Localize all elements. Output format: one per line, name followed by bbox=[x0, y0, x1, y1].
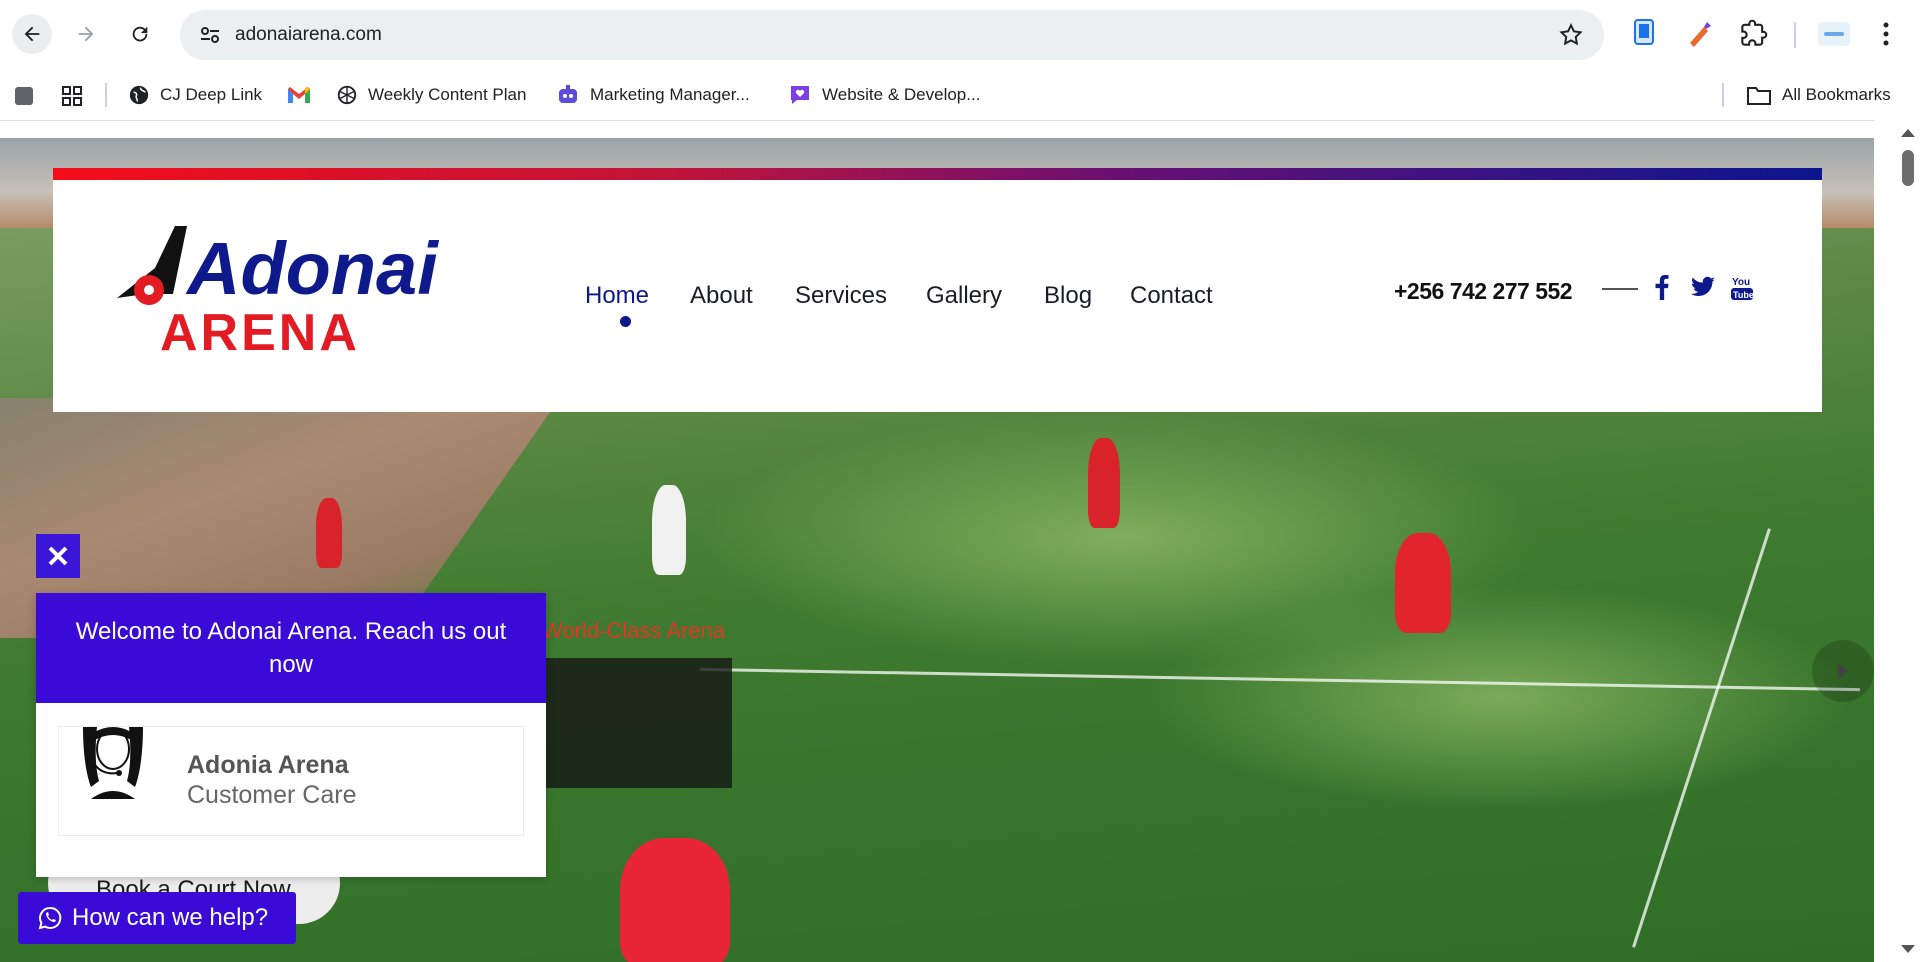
globe-icon bbox=[129, 85, 149, 105]
heart-chat-icon bbox=[791, 86, 809, 104]
nav-gallery[interactable]: Gallery bbox=[926, 282, 1002, 310]
menu-kebab-icon[interactable] bbox=[1876, 17, 1896, 49]
nav-services[interactable]: Services bbox=[795, 282, 887, 310]
scroll-up-arrow-icon[interactable] bbox=[1900, 128, 1916, 138]
bookmark-star-icon[interactable] bbox=[1558, 22, 1584, 48]
whatsapp-icon bbox=[38, 906, 62, 930]
logo-adonai-text: Adonai bbox=[185, 227, 439, 310]
address-bar[interactable]: adonaiarena.com bbox=[180, 10, 1604, 60]
page-scrollbar-track[interactable] bbox=[1874, 120, 1920, 962]
nav-about[interactable]: About bbox=[690, 282, 753, 310]
back-button[interactable] bbox=[12, 14, 52, 54]
slide-caption-box bbox=[520, 658, 732, 788]
all-bookmarks-button[interactable]: All Bookmarks bbox=[1746, 82, 1891, 108]
extensions-puzzle-icon[interactable] bbox=[1740, 17, 1768, 49]
agent-name: Adonia Arena bbox=[187, 751, 349, 779]
profile-logo-icon bbox=[1824, 32, 1844, 36]
twitter-icon[interactable] bbox=[1690, 274, 1716, 300]
nav-active-indicator bbox=[620, 316, 631, 327]
youtube-icon[interactable]: You Tube bbox=[1730, 274, 1754, 302]
player-figure bbox=[1088, 438, 1120, 528]
reload-button[interactable] bbox=[120, 14, 160, 54]
pitch-line bbox=[700, 667, 1860, 692]
whatsapp-popup-header: Welcome to Adonai Arena. Reach us out no… bbox=[36, 593, 546, 703]
player-figure bbox=[620, 838, 730, 962]
whatsapp-popup: Welcome to Adonai Arena. Reach us out no… bbox=[36, 593, 546, 877]
site-settings-icon[interactable] bbox=[198, 23, 222, 47]
player-figure bbox=[1395, 533, 1451, 633]
bookmark-separator bbox=[1722, 83, 1724, 107]
header-phone[interactable]: +256 742 277 552 bbox=[1394, 278, 1573, 305]
arrow-left-icon bbox=[24, 26, 40, 42]
reload-icon bbox=[132, 26, 148, 42]
pitch-sideline bbox=[1632, 528, 1771, 948]
whatsapp-agent-card[interactable]: Adonia Arena Customer Care bbox=[58, 726, 524, 836]
bookmark-website-develop[interactable]: Website & Develop... bbox=[788, 82, 980, 108]
whatsapp-close-button[interactable] bbox=[36, 534, 80, 578]
slide-caption-text: World-Class Arena bbox=[542, 618, 725, 643]
forward-button[interactable] bbox=[66, 14, 106, 54]
chevron-right-icon bbox=[1838, 663, 1848, 679]
bookmark-marketing-manager[interactable]: Marketing Manager... bbox=[556, 82, 750, 108]
apps-grid-icon[interactable] bbox=[60, 84, 84, 108]
slider-next-button[interactable] bbox=[1812, 640, 1874, 702]
whatsapp-help-button[interactable]: How can we help? bbox=[18, 892, 296, 944]
phone-divider bbox=[1602, 288, 1638, 290]
nav-home[interactable]: Home bbox=[585, 282, 649, 310]
url-text[interactable]: adonaiarena.com bbox=[235, 24, 382, 46]
logo-arena-text: ARENA bbox=[160, 304, 360, 358]
player-figure bbox=[316, 498, 342, 568]
phone-extension-icon[interactable] bbox=[1632, 17, 1658, 49]
bookmark-gmail[interactable] bbox=[287, 82, 321, 108]
svg-text:Tube: Tube bbox=[1733, 290, 1754, 300]
browser-toolbar: adonaiarena.com bbox=[0, 0, 1920, 72]
robot-icon bbox=[559, 85, 577, 103]
bookmarks-bar: CJ Deep Link Weekly Content Plan Marketi… bbox=[0, 72, 1920, 121]
player-figure bbox=[652, 485, 686, 575]
bookmark-separator bbox=[105, 83, 107, 107]
whatsapp-welcome-text: Welcome to Adonai Arena. Reach us out no… bbox=[75, 618, 507, 678]
customer-care-avatar-icon bbox=[83, 727, 143, 799]
facebook-icon[interactable] bbox=[1654, 274, 1670, 300]
page-scrollbar-thumb[interactable] bbox=[1902, 150, 1914, 186]
color-picker-extension-icon[interactable] bbox=[1686, 17, 1714, 49]
header-gradient-stripe bbox=[53, 168, 1822, 180]
arrow-right-icon bbox=[78, 26, 94, 42]
bookmark-cj-deep-link[interactable]: CJ Deep Link bbox=[128, 82, 262, 108]
bookmark-weekly-content-plan[interactable]: Weekly Content Plan bbox=[336, 82, 526, 108]
agent-role: Customer Care bbox=[187, 781, 357, 809]
nav-contact[interactable]: Contact bbox=[1130, 282, 1213, 310]
gmail-icon bbox=[288, 87, 310, 103]
svg-text:You: You bbox=[1732, 277, 1750, 288]
tab-square-icon[interactable] bbox=[12, 84, 36, 108]
folder-icon bbox=[1747, 87, 1771, 105]
scroll-down-arrow-icon[interactable] bbox=[1900, 944, 1916, 954]
nav-blog[interactable]: Blog bbox=[1044, 282, 1092, 310]
toolbar-separator bbox=[1794, 22, 1796, 48]
adonai-arena-logo[interactable]: Adonai ARENA bbox=[115, 218, 455, 358]
close-icon bbox=[48, 546, 68, 566]
openai-icon bbox=[337, 85, 357, 105]
profile-avatar[interactable] bbox=[1818, 22, 1850, 46]
